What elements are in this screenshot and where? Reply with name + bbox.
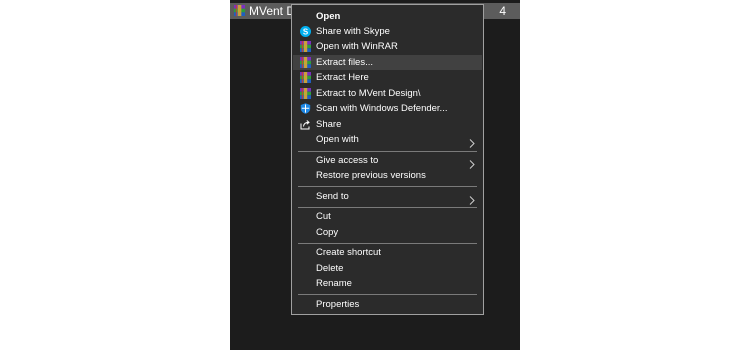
winrar-icon [300, 41, 311, 52]
menu-item-label: Send to [316, 191, 349, 202]
menu-item-restore-previous-versions[interactable]: Restore previous versions [293, 168, 482, 183]
menu-separator [298, 186, 477, 187]
menu-item-open-with-winrar[interactable]: Open with WinRAR [293, 39, 482, 54]
winrar-icon [300, 57, 311, 68]
menu-separator [298, 207, 477, 208]
menu-item-label: Copy [316, 227, 339, 238]
menu-item-properties[interactable]: Properties [293, 297, 482, 312]
menu-item-scan-with-defender[interactable]: Scan with Windows Defender... [293, 101, 482, 116]
menu-item-label: Open [316, 11, 341, 22]
winrar-icon [300, 88, 311, 99]
menu-item-send-to[interactable]: Send to [293, 189, 482, 205]
menu-item-share[interactable]: Share [293, 117, 482, 132]
menu-item-label: Open with [316, 134, 359, 145]
menu-separator [298, 243, 477, 244]
menu-item-label: Extract files... [316, 57, 374, 68]
menu-separator [298, 151, 477, 152]
winrar-archive-icon [234, 5, 246, 17]
menu-item-label: Open with WinRAR [316, 41, 398, 52]
chevron-right-icon [467, 192, 476, 205]
share-icon [300, 119, 311, 130]
menu-item-label: Give access to [316, 155, 379, 166]
chevron-right-icon [467, 135, 476, 148]
menu-item-extract-to-folder[interactable]: Extract to MVent Design\ [293, 86, 482, 101]
skype-icon: S [300, 26, 311, 37]
menu-item-extract-here[interactable]: Extract Here [293, 70, 482, 85]
menu-item-open-with[interactable]: Open with [293, 132, 482, 148]
defender-shield-icon [300, 103, 311, 114]
menu-item-give-access-to[interactable]: Give access to [293, 153, 482, 169]
menu-item-cut[interactable]: Cut [293, 209, 482, 224]
menu-item-label: Restore previous versions [316, 170, 426, 181]
menu-item-share-with-skype[interactable]: S Share with Skype [293, 24, 482, 39]
menu-item-rename[interactable]: Rename [293, 276, 482, 291]
menu-item-open[interactable]: Open [293, 9, 482, 24]
menu-item-label: Extract Here [316, 72, 369, 83]
menu-item-label: Share [316, 119, 342, 130]
menu-item-create-shortcut[interactable]: Create shortcut [293, 245, 482, 260]
menu-item-label: Create shortcut [316, 247, 381, 258]
menu-item-label: Rename [316, 278, 352, 289]
winrar-icon [300, 72, 311, 83]
menu-separator [298, 294, 477, 295]
menu-item-delete[interactable]: Delete [293, 261, 482, 276]
file-date-fragment: 4 [499, 4, 506, 18]
menu-item-label: Share with Skype [316, 26, 390, 37]
svg-text:S: S [303, 27, 309, 36]
menu-item-extract-files[interactable]: Extract files... [293, 55, 482, 70]
menu-item-label: Scan with Windows Defender... [316, 103, 448, 114]
chevron-right-icon [467, 156, 476, 169]
context-menu: Open S Share with Skype Open with WinRAR [291, 4, 484, 315]
menu-item-label: Properties [316, 299, 360, 310]
menu-item-label: Cut [316, 211, 331, 222]
menu-item-copy[interactable]: Copy [293, 225, 482, 240]
menu-item-label: Extract to MVent Design\ [316, 88, 421, 99]
menu-item-label: Delete [316, 263, 344, 274]
